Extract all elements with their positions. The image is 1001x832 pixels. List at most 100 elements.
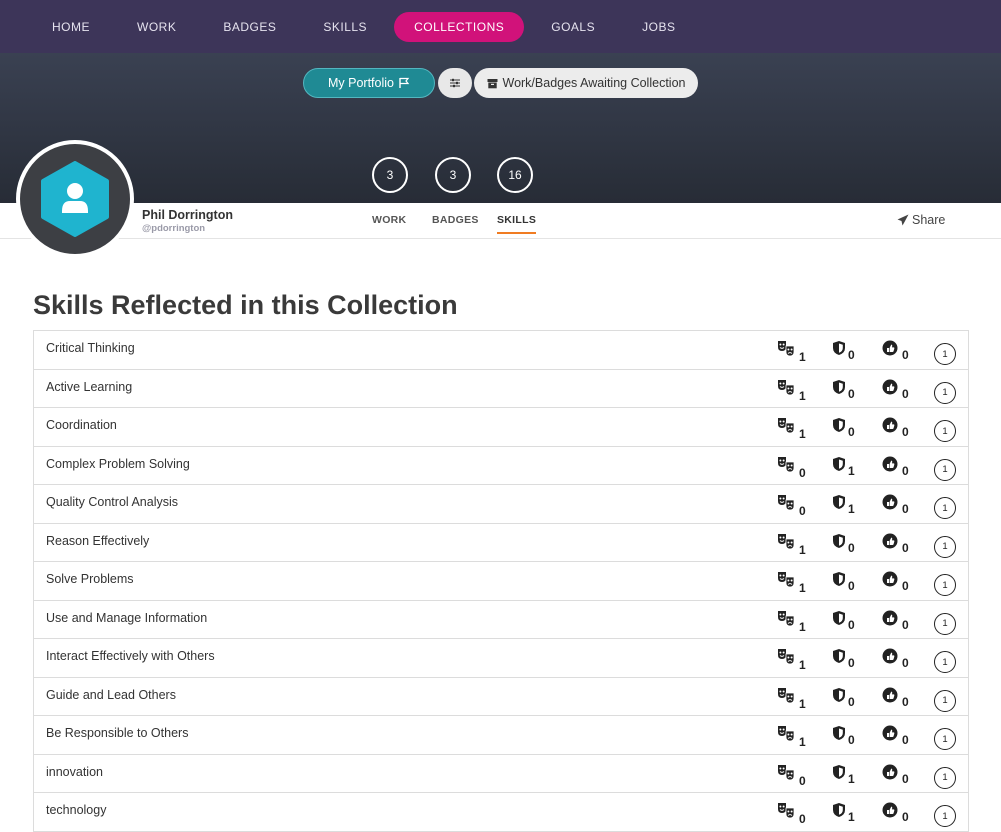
skill-name: Be Responsible to Others [46, 726, 189, 740]
work-stat: 0 [777, 456, 806, 479]
endorse-count-value: 0 [902, 540, 909, 555]
endorse-stat: 0 [882, 802, 909, 823]
total-count-badge: 1 [934, 497, 956, 519]
work-masks-icon [778, 649, 795, 665]
badge-count-value: 1 [848, 771, 855, 786]
shield-badge-icon [833, 533, 845, 548]
badge-stat: 0 [832, 571, 855, 592]
total-count-badge: 1 [934, 805, 956, 827]
total-count-badge: 1 [934, 612, 956, 635]
work-stat: 1 [777, 417, 806, 440]
badge-stat: 0 [832, 687, 855, 708]
endorse-stat: 0 [882, 379, 909, 400]
skill-row[interactable]: Solve Problems 1 0 0 1 [34, 562, 968, 601]
badge-stat: 1 [832, 456, 855, 477]
total-count-badge: 1 [934, 535, 956, 558]
awaiting-collection-button[interactable]: Work/Badges Awaiting Collection [474, 68, 698, 98]
nav-skills[interactable]: SKILLS [303, 12, 387, 42]
nav-jobs[interactable]: JOBS [622, 12, 695, 42]
my-portfolio-label: My Portfolio [328, 76, 394, 90]
skill-row[interactable]: Quality Control Analysis 0 1 0 1 [34, 485, 968, 524]
nav-home[interactable]: HOME [32, 12, 110, 42]
work-count-value: 1 [799, 735, 806, 749]
skill-row[interactable]: Coordination 1 0 0 1 [34, 408, 968, 447]
tab-work[interactable]: WORK [372, 214, 406, 226]
skill-row[interactable]: Be Responsible to Others 1 0 0 1 [34, 716, 968, 755]
endorse-count-value: 0 [902, 348, 909, 362]
badge-count-value: 0 [848, 386, 855, 401]
skill-row[interactable]: Complex Problem Solving 0 1 0 1 [34, 447, 968, 485]
thumbs-up-seal-icon [882, 379, 898, 394]
badge-count-value: 0 [848, 656, 855, 670]
endorse-stat: 0 [882, 340, 909, 361]
skill-name: Active Learning [46, 379, 133, 394]
work-stat: 1 [777, 533, 806, 556]
archive-box-icon [487, 78, 497, 88]
total-count-badge: 1 [934, 458, 956, 481]
endorse-stat: 0 [882, 456, 909, 477]
main-nav: HOME WORK BADGES SKILLS COLLECTIONS GOAL… [0, 0, 1001, 53]
endorse-count-value: 0 [902, 502, 909, 516]
thumbs-up-seal-icon [882, 417, 898, 433]
work-count-value: 1 [799, 696, 806, 711]
skill-name: innovation [46, 764, 103, 779]
badge-count-value: 1 [848, 810, 855, 824]
endorse-count-value: 0 [902, 810, 909, 824]
profile-hero: My Portfolio Work/Badges Awaiting Collec… [0, 53, 1001, 203]
skill-name: technology [46, 803, 107, 817]
nav-goals[interactable]: GOALS [531, 12, 615, 42]
filter-button[interactable] [438, 68, 472, 98]
work-count-value: 1 [799, 542, 806, 557]
thumbs-up-seal-icon [882, 494, 898, 510]
work-count-value: 1 [799, 581, 806, 595]
nav-badges[interactable]: BADGES [203, 12, 296, 42]
endorse-stat: 0 [882, 648, 909, 669]
skill-row[interactable]: Use and Manage Information 1 0 0 1 [34, 601, 968, 639]
endorse-stat: 0 [882, 571, 909, 592]
endorse-count-value: 0 [902, 617, 909, 632]
shield-badge-icon [833, 495, 845, 509]
skill-name: Critical Thinking [46, 341, 135, 355]
nav-collections[interactable]: COLLECTIONS [394, 11, 525, 42]
thumbs-up-seal-icon [882, 456, 898, 471]
skill-row[interactable]: Reason Effectively 1 0 0 1 [34, 524, 968, 562]
skill-row[interactable]: technology 0 1 0 1 [34, 793, 968, 832]
thumbs-up-seal-icon [882, 764, 898, 779]
skill-name: Reason Effectively [46, 533, 150, 548]
tab-badges[interactable]: BADGES [432, 214, 479, 226]
shield-badge-icon [833, 803, 845, 817]
share-button[interactable]: Share [897, 213, 945, 227]
badge-count-value: 0 [848, 540, 855, 555]
endorse-stat: 0 [882, 764, 909, 785]
work-stat: 0 [777, 802, 806, 825]
my-portfolio-button[interactable]: My Portfolio [303, 68, 435, 98]
work-count-value: 1 [799, 388, 806, 403]
awaiting-collection-label: Work/Badges Awaiting Collection [502, 76, 686, 90]
shield-badge-icon [833, 687, 845, 702]
badge-stat: 1 [832, 494, 855, 515]
work-count: 3 [372, 157, 408, 193]
work-masks-icon [778, 726, 795, 742]
work-count-value: 1 [799, 658, 806, 672]
tab-skills[interactable]: SKILLS [497, 214, 537, 234]
avatar[interactable] [16, 140, 134, 258]
badge-stat: 0 [832, 648, 855, 669]
work-masks-icon [778, 495, 795, 511]
shield-badge-icon [833, 456, 845, 471]
endorse-count-value: 0 [902, 656, 909, 670]
skill-row[interactable]: Critical Thinking 1 0 0 1 [34, 331, 968, 370]
skill-row[interactable]: innovation 0 1 0 1 [34, 755, 968, 793]
skill-row[interactable]: Guide and Lead Others 1 0 0 1 [34, 678, 968, 716]
profile-handle: @pdorrington [142, 223, 206, 234]
work-count-value: 1 [799, 427, 806, 441]
endorse-stat: 0 [882, 417, 909, 438]
badge-count-value: 0 [848, 425, 855, 439]
profile-bar: Phil Dorrington @pdorrington WORK BADGES… [0, 203, 1001, 239]
skill-row[interactable]: Active Learning 1 0 0 1 [34, 370, 968, 408]
work-count-value: 1 [799, 619, 806, 634]
badge-count-value: 0 [848, 348, 855, 362]
skill-row[interactable]: Interact Effectively with Others 1 0 0 1 [34, 639, 968, 678]
nav-work[interactable]: WORK [117, 12, 196, 42]
endorse-stat: 0 [882, 687, 909, 708]
work-masks-icon [778, 803, 795, 819]
